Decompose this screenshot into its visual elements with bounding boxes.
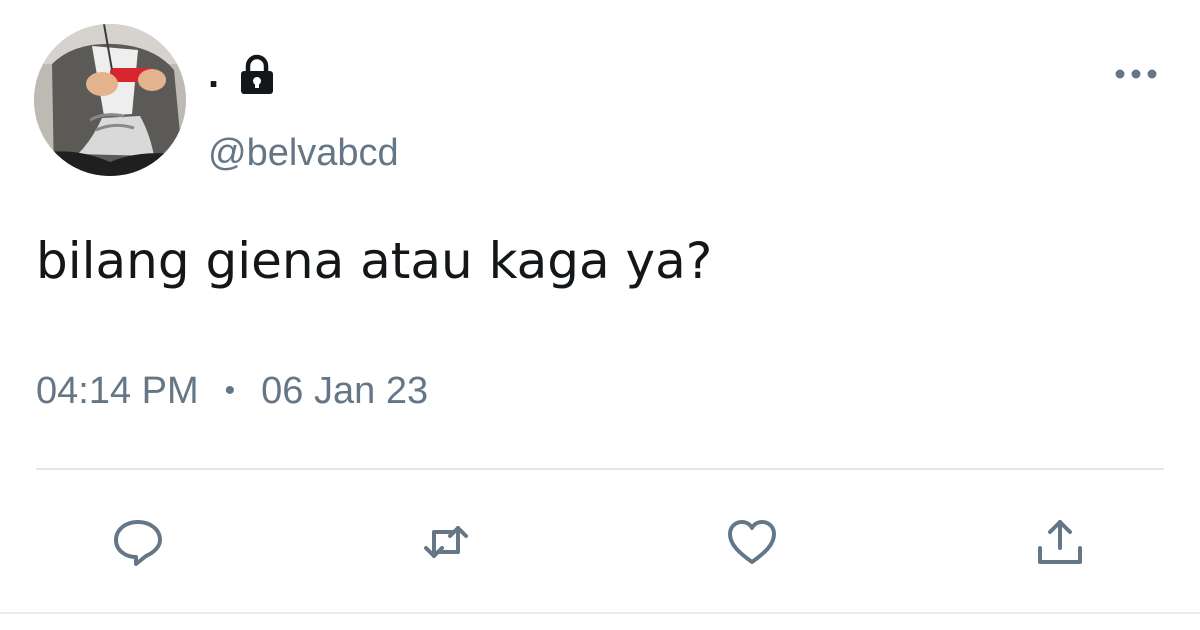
- display-name-row: .: [208, 52, 279, 96]
- meta-separator: •: [224, 374, 236, 407]
- lock-icon: [241, 54, 274, 94]
- like-button[interactable]: [720, 510, 784, 574]
- share-button[interactable]: [1028, 510, 1092, 574]
- heart-outline-icon: [728, 520, 776, 564]
- action-bar: [0, 510, 1200, 574]
- avatar-photo: [34, 24, 186, 176]
- avatar[interactable]: [34, 24, 186, 176]
- divider: [36, 468, 1164, 470]
- tweet-card: . @belvabcd bilang giena atau kaga ya? 0…: [0, 0, 1200, 630]
- retweet-button[interactable]: [414, 510, 478, 574]
- user-handle[interactable]: @belvabcd: [208, 134, 399, 172]
- reply-button[interactable]: [106, 510, 170, 574]
- tweet-timestamp[interactable]: 04:14 PM • 06 Jan 23: [36, 372, 428, 410]
- comment-bubble-icon: [114, 520, 162, 566]
- tweet-time: 04:14 PM: [36, 370, 199, 412]
- more-dots-icon: [1115, 69, 1157, 79]
- tweet-date: 06 Jan 23: [261, 370, 429, 412]
- more-options-button[interactable]: [1112, 60, 1160, 88]
- display-name[interactable]: .: [208, 54, 219, 94]
- retweet-arrows-icon: [424, 526, 468, 558]
- share-upload-icon: [1038, 520, 1082, 564]
- tweet-text: bilang giena atau kaga ya?: [36, 232, 713, 290]
- bottom-divider: [0, 612, 1200, 614]
